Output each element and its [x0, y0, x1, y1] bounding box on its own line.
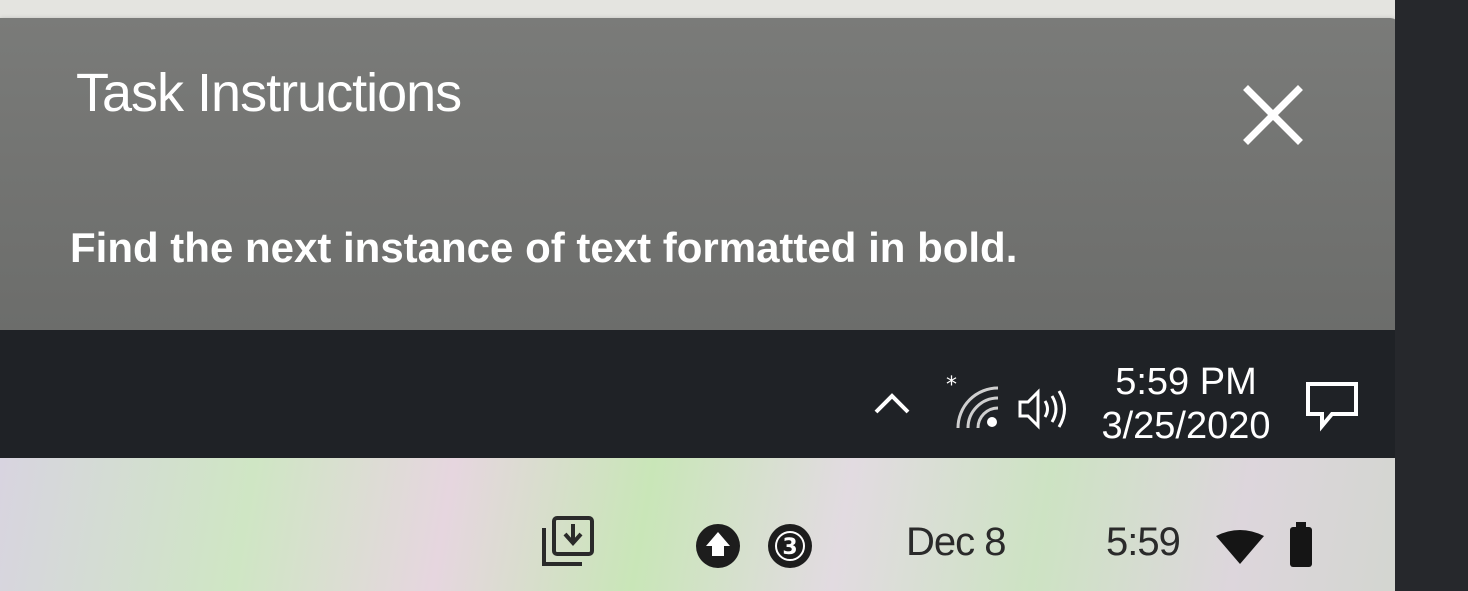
notification-counter[interactable]: 3	[766, 522, 814, 575]
clock-time: 5:59 PM	[1115, 361, 1257, 403]
task-instruction-text: Find the next instance of text formatted…	[70, 224, 1018, 271]
notification-badge-icon[interactable]	[694, 522, 742, 570]
clock-date: 3/25/2020	[1101, 405, 1271, 447]
shelf-time[interactable]: 5:59	[1106, 520, 1181, 565]
close-button[interactable]	[1232, 80, 1312, 160]
close-icon[interactable]	[1232, 80, 1312, 160]
notification-icon[interactable]	[1302, 378, 1362, 434]
windows-taskbar: * 5:59 PM 3/25/2020	[0, 330, 1400, 458]
shelf-date[interactable]: Dec 8	[906, 520, 1006, 565]
monitor-bezel	[1395, 0, 1468, 591]
chevron-up-icon[interactable]	[870, 388, 914, 418]
show-hidden-icons-button[interactable]	[870, 388, 914, 423]
svg-text:*: *	[946, 373, 957, 398]
chromebook-shelf: 3 Dec 8 5:59	[0, 458, 1400, 591]
notification-count: 3	[782, 535, 797, 560]
shelf-wifi-status[interactable]	[1214, 530, 1266, 571]
holding-space-button[interactable]	[538, 512, 598, 577]
screen: Task Instructions Find the next instance…	[0, 0, 1468, 591]
wifi-icon[interactable]: *	[944, 372, 1004, 432]
download-icon[interactable]	[538, 512, 598, 572]
network-button[interactable]: *	[944, 372, 1004, 437]
task-instructions-panel: Task Instructions Find the next instance…	[0, 18, 1400, 330]
task-title: Task Instructions	[76, 63, 462, 123]
volume-icon[interactable]	[1016, 384, 1072, 434]
clock-button[interactable]: 5:59 PM 3/25/2020	[1096, 360, 1276, 448]
notification-badge[interactable]	[694, 522, 742, 575]
notification-count-icon[interactable]: 3	[766, 522, 814, 570]
volume-button[interactable]	[1016, 384, 1072, 439]
shelf-battery-status[interactable]	[1288, 522, 1314, 573]
action-center-button[interactable]	[1302, 378, 1362, 439]
wifi-icon[interactable]	[1214, 530, 1266, 566]
battery-icon[interactable]	[1288, 522, 1314, 568]
